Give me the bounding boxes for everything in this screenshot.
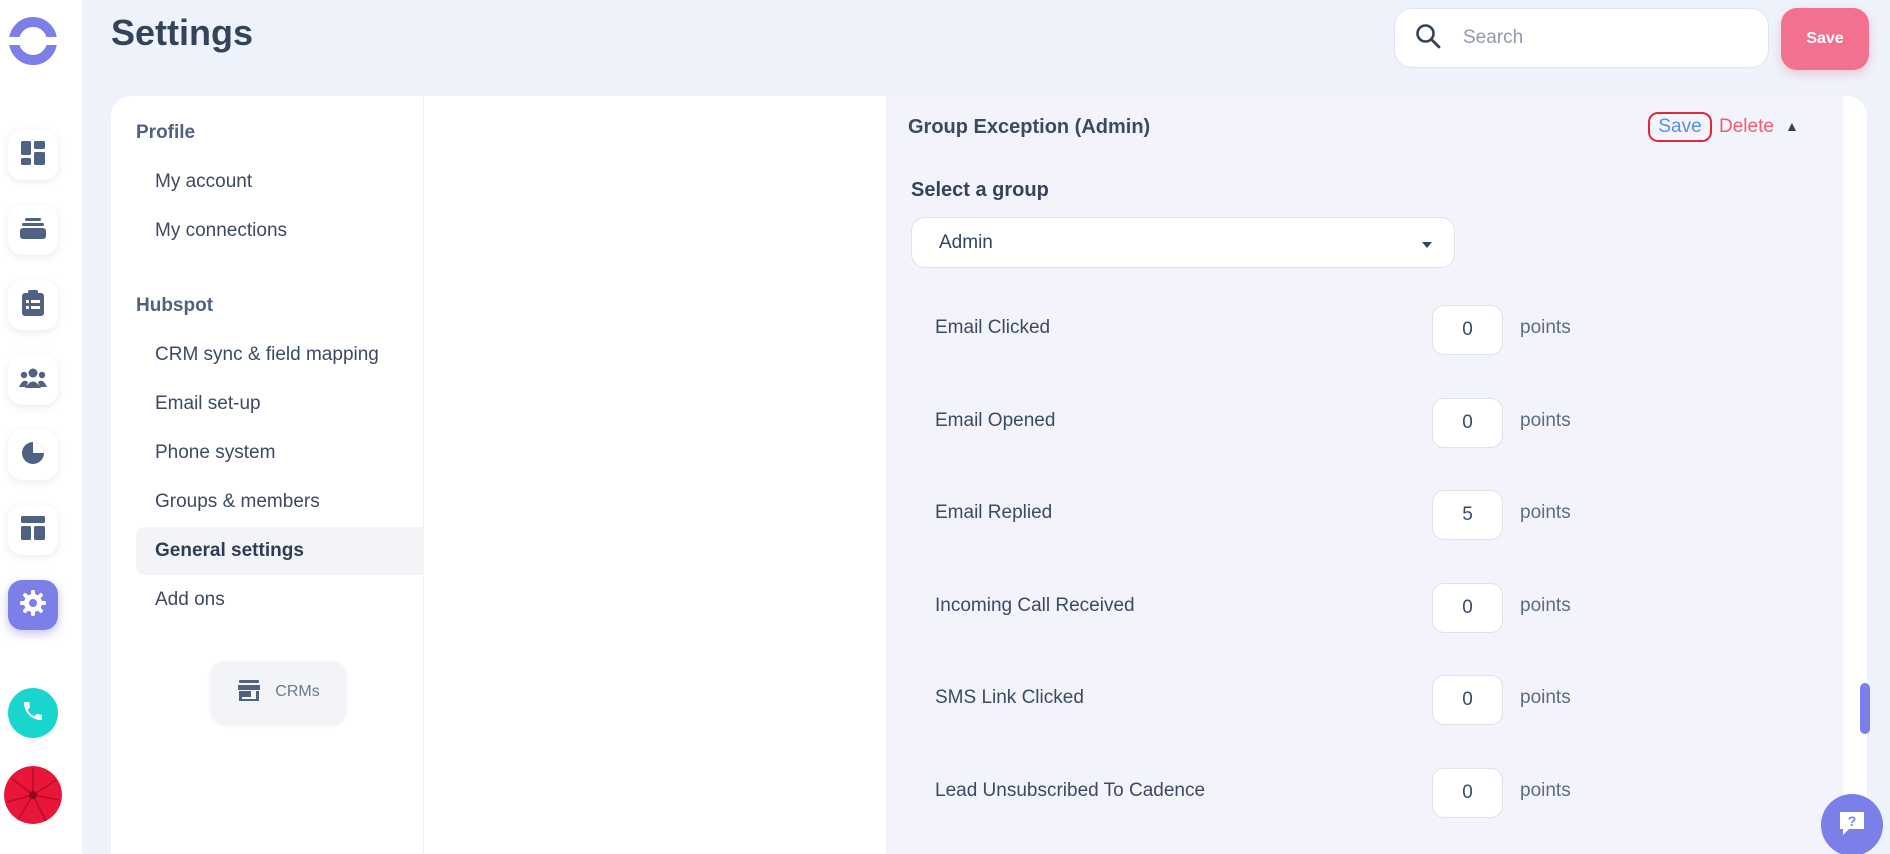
nav-heading-profile: Profile — [136, 122, 196, 143]
score-input[interactable] — [1432, 583, 1503, 633]
points-unit: points — [1520, 410, 1571, 431]
score-row: Email Clicked points — [935, 305, 1575, 355]
rail-settings-button[interactable] — [8, 580, 58, 630]
crms-button-label: CRMs — [275, 683, 320, 700]
gear-icon — [19, 589, 47, 622]
nav-item-my-connections[interactable]: My connections — [136, 207, 424, 255]
clipboard-icon — [21, 289, 45, 322]
score-input[interactable] — [1432, 305, 1503, 355]
dashboard-icon — [20, 140, 46, 171]
nav-item-email-setup[interactable]: Email set-up — [136, 380, 424, 428]
exception-delete-button[interactable]: Delete — [1719, 116, 1774, 138]
scrollbar-thumb[interactable] — [1860, 683, 1870, 734]
svg-text:?: ? — [1848, 813, 1857, 829]
nav-heading-hubspot: Hubspot — [136, 295, 214, 316]
nav-item-my-account[interactable]: My account — [136, 158, 424, 206]
score-row: Lead Unsubscribed To Cadence points — [935, 768, 1575, 818]
crms-button[interactable]: CRMs — [211, 661, 346, 723]
score-input[interactable] — [1432, 490, 1503, 540]
group-select[interactable]: Admin — [911, 217, 1455, 268]
page-title: Settings — [111, 12, 254, 53]
score-row-label: Email Replied — [935, 502, 1053, 523]
score-row-label: Email Clicked — [935, 317, 1051, 338]
points-unit: points — [1520, 687, 1571, 708]
pie-chart-icon — [20, 440, 46, 471]
rail-people-button[interactable] — [8, 355, 58, 405]
help-chat-icon: ? — [1837, 809, 1867, 842]
nav-item-general-settings[interactable]: General settings — [136, 527, 424, 575]
rail-dashboard-button[interactable] — [8, 130, 58, 180]
group-select-value: Admin — [939, 231, 993, 253]
select-group-label: Select a group — [911, 179, 1049, 201]
call-button[interactable] — [8, 688, 58, 738]
points-unit: points — [1520, 317, 1571, 338]
app-rail — [0, 0, 82, 854]
settings-nav: Profile My account My connections Hubspo… — [111, 96, 424, 854]
save-button[interactable]: Save — [1781, 8, 1869, 70]
points-unit: points — [1520, 780, 1571, 801]
search-input[interactable] — [1463, 27, 1743, 49]
panel-title: Group Exception (Admin) — [908, 116, 1151, 138]
rail-templates-button[interactable] — [8, 505, 58, 555]
rail-reports-button[interactable] — [8, 430, 58, 480]
score-row: SMS Link Clicked points — [935, 675, 1575, 725]
nav-item-phone-system[interactable]: Phone system — [136, 429, 424, 477]
app-logo[interactable] — [8, 16, 58, 66]
people-icon — [19, 367, 47, 394]
nav-item-add-ons[interactable]: Add ons — [136, 576, 424, 624]
nav-item-crm-sync[interactable]: CRM sync & field mapping — [136, 331, 424, 379]
score-row: Email Opened points — [935, 398, 1575, 448]
score-row-label: Incoming Call Received — [935, 595, 1135, 616]
collapse-caret-icon[interactable]: ▲ — [1785, 118, 1799, 134]
group-exception-panel: Group Exception (Admin) Save Delete ▲ Se… — [886, 96, 1843, 854]
nav-item-groups-members[interactable]: Groups & members — [136, 478, 424, 526]
tasks-icon — [19, 215, 47, 246]
layout-icon — [20, 515, 46, 546]
score-row: Email Replied points — [935, 490, 1575, 540]
score-row: Incoming Call Received points — [935, 583, 1575, 633]
chevron-down-icon — [1422, 232, 1432, 254]
search-icon — [1415, 23, 1441, 54]
help-button[interactable]: ? — [1821, 794, 1883, 854]
phone-icon — [21, 699, 45, 728]
score-row-label: Lead Unsubscribed To Cadence — [935, 780, 1206, 801]
search-box[interactable] — [1394, 8, 1769, 68]
score-input[interactable] — [1432, 768, 1503, 818]
score-row-label: Email Opened — [935, 410, 1056, 431]
avatar[interactable] — [4, 766, 62, 824]
settings-card: Profile My account My connections Hubspo… — [111, 96, 1867, 854]
score-input[interactable] — [1432, 398, 1503, 448]
rail-tasks-button[interactable] — [8, 205, 58, 255]
store-icon — [237, 678, 261, 707]
exception-save-button[interactable]: Save — [1648, 112, 1712, 142]
score-row-label: SMS Link Clicked — [935, 687, 1084, 708]
points-unit: points — [1520, 502, 1571, 523]
score-input[interactable] — [1432, 675, 1503, 725]
rail-clipboard-button[interactable] — [8, 280, 58, 330]
points-unit: points — [1520, 595, 1571, 616]
